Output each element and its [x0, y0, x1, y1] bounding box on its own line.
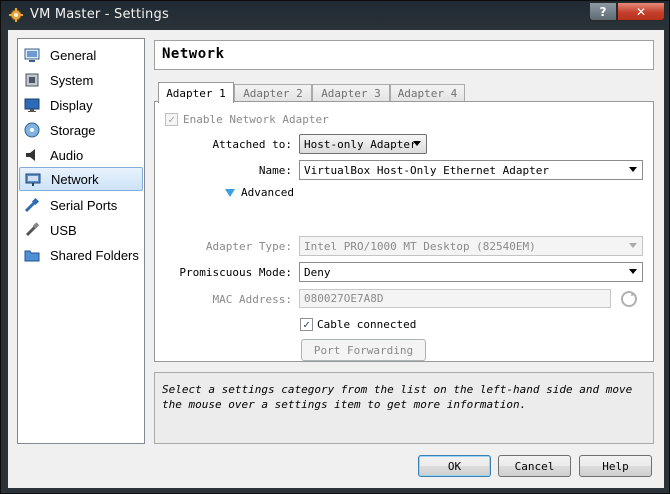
sidebar-item-general[interactable]: General — [19, 43, 143, 67]
chevron-down-icon — [413, 141, 421, 146]
attached-to-value: Host-only Adapter — [304, 137, 417, 151]
attached-to-combo[interactable]: Host-only Adapter — [299, 134, 427, 154]
sidebar-item-audio[interactable]: Audio — [19, 143, 143, 167]
port-forwarding-button[interactable]: Port Forwarding — [301, 339, 426, 361]
general-icon — [23, 46, 41, 64]
shared-folders-icon — [23, 246, 41, 264]
sidebar-item-serial-ports[interactable]: Serial Ports — [19, 193, 143, 217]
display-icon — [23, 96, 41, 114]
tab-label: Adapter 2 — [243, 87, 303, 100]
sidebar-item-network[interactable]: Network — [19, 167, 143, 191]
category-list[interactable]: General System Display Storage Audio Net… — [17, 38, 145, 444]
help-button[interactable]: Help — [579, 455, 652, 477]
title-help-button[interactable]: ? — [589, 2, 617, 21]
port-forwarding-label: Port Forwarding — [313, 343, 414, 357]
chevron-down-icon — [629, 243, 637, 248]
sidebar-item-label: General — [50, 47, 97, 63]
info-panel: Select a settings category from the list… — [154, 372, 654, 444]
promiscuous-label: Promiscuous Mode: — [179, 266, 292, 279]
info-text: Select a settings category from the list… — [162, 383, 633, 411]
sidebar-item-label: Storage — [50, 122, 96, 138]
sidebar-item-display[interactable]: Display — [19, 93, 143, 117]
sidebar-item-system[interactable]: System — [19, 68, 143, 92]
close-icon: ✕ — [635, 4, 647, 19]
ok-button[interactable]: OK — [418, 455, 491, 477]
advanced-toggle[interactable]: Advanced — [225, 186, 294, 199]
help-label: Help — [602, 459, 629, 473]
system-icon — [23, 71, 41, 89]
sidebar-item-label: Display — [50, 97, 93, 113]
advanced-label: Advanced — [241, 186, 294, 199]
sidebar-item-storage[interactable]: Storage — [19, 118, 143, 142]
tab-label: Adapter 1 — [166, 86, 226, 100]
adapter-panel: ✓ Enable Network Adapter Attached to: Ho… — [154, 101, 654, 362]
mac-address-field[interactable]: 080027OE7A8D — [299, 289, 611, 308]
sidebar-item-label: Network — [51, 171, 99, 187]
mac-label: MAC Address: — [212, 293, 292, 306]
promiscuous-combo[interactable]: Deny — [299, 262, 643, 282]
name-value: VirtualBox Host-Only Ethernet Adapter — [304, 163, 550, 177]
cable-connected-checkbox[interactable]: ✓ — [300, 318, 313, 331]
title-bar[interactable]: VM Master - Settings ? ✕ — [1, 1, 669, 31]
settings-window: VM Master - Settings ? ✕ General System — [0, 0, 670, 494]
storage-icon — [23, 121, 41, 139]
sidebar-item-label: USB — [50, 222, 77, 238]
tab-label: Adapter 3 — [321, 87, 381, 100]
check-icon: ✓ — [303, 318, 310, 331]
attached-to-label: Attached to: — [212, 138, 292, 151]
window-title: VM Master - Settings — [30, 7, 169, 22]
tab-adapter-3[interactable]: Adapter 3 — [312, 84, 390, 102]
check-icon: ✓ — [168, 113, 175, 126]
enable-adapter-checkbox[interactable]: ✓ — [165, 113, 178, 126]
tab-adapter-2[interactable]: Adapter 2 — [234, 84, 312, 102]
mac-address-value: 080027OE7A8D — [304, 292, 384, 305]
adapter-type-label-text: Adapter Type: — [205, 240, 292, 253]
refresh-mac-button[interactable] — [620, 290, 638, 308]
sidebar-item-label: Shared Folders — [50, 247, 139, 263]
adapter-type-value: Intel PRO/1000 MT Desktop (82540EM) — [304, 239, 536, 253]
question-icon: ? — [599, 4, 607, 19]
serial-ports-icon — [23, 196, 41, 214]
chevron-down-icon — [629, 167, 637, 172]
cable-connected-label: Cable connected — [317, 318, 417, 331]
ok-label: OK — [447, 459, 462, 473]
page-title: Network — [162, 46, 225, 62]
promiscuous-value: Deny — [304, 265, 331, 279]
sidebar-item-label: Serial Ports — [50, 197, 118, 213]
dialog-client: General System Display Storage Audio Net… — [8, 30, 664, 488]
refresh-icon — [621, 291, 637, 307]
gear-icon — [9, 8, 23, 22]
audio-icon — [23, 146, 41, 164]
page-header: Network — [154, 40, 654, 70]
name-label: Name: — [258, 164, 292, 177]
tab-adapter-1[interactable]: Adapter 1 — [158, 82, 234, 103]
sidebar-item-usb[interactable]: USB — [19, 218, 143, 242]
enable-adapter-label: Enable Network Adapter — [183, 113, 329, 126]
chevron-down-icon — [629, 269, 637, 274]
tab-adapter-4[interactable]: Adapter 4 — [390, 84, 465, 102]
cancel-label: Cancel — [514, 459, 555, 473]
name-combo[interactable]: VirtualBox Host-Only Ethernet Adapter — [299, 160, 643, 180]
adapter-type-combo[interactable]: Intel PRO/1000 MT Desktop (82540EM) — [299, 236, 643, 256]
sidebar-item-label: System — [50, 72, 94, 88]
tab-label: Adapter 4 — [397, 87, 458, 100]
triangle-down-icon — [225, 188, 235, 197]
cancel-button[interactable]: Cancel — [498, 455, 571, 477]
title-close-button[interactable]: ✕ — [617, 2, 665, 21]
usb-icon — [23, 221, 41, 239]
network-icon — [24, 170, 42, 188]
sidebar-item-shared-folders[interactable]: Shared Folders — [19, 243, 143, 267]
sidebar-item-label: Audio — [50, 147, 84, 163]
